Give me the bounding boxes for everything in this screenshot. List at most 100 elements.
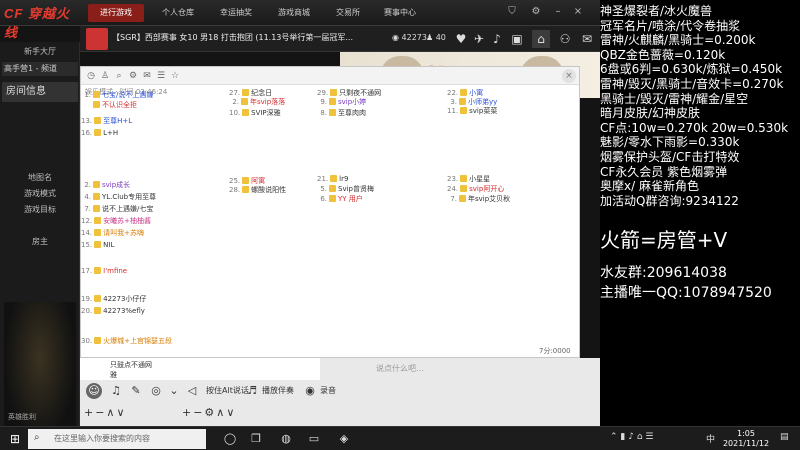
room-channel-item[interactable]: 5. Svip曾贤梅 bbox=[317, 185, 437, 194]
home-icon[interactable]: ⌂ bbox=[532, 30, 550, 48]
minimize-icon[interactable]: – bbox=[552, 6, 564, 18]
vip-badge-icon bbox=[242, 177, 250, 184]
mic-icon[interactable]: ✎ bbox=[128, 383, 144, 399]
room-channel-item[interactable]: 2. svip成长 bbox=[81, 181, 201, 190]
game-app-icon[interactable]: ◈ bbox=[336, 431, 352, 447]
taskview-icon[interactable]: ❐ bbox=[248, 431, 264, 447]
user-icon[interactable]: ♙ bbox=[99, 70, 111, 82]
ime-indicator[interactable]: 中 bbox=[706, 432, 715, 445]
record-icon[interactable]: ◉ bbox=[302, 383, 318, 399]
clock-icon[interactable]: ◷ bbox=[85, 70, 97, 82]
channel-name: svip成长 bbox=[102, 181, 131, 189]
room-channel-item[interactable]: 7. 年svip艾贝秋 bbox=[447, 195, 567, 204]
gear-icon[interactable]: ⚙ bbox=[530, 6, 542, 18]
room-channel-item[interactable]: 23. 小星星 bbox=[447, 175, 567, 184]
nav-play[interactable]: 进行游戏 bbox=[88, 4, 144, 22]
nav-inventory[interactable]: 个人仓库 bbox=[150, 4, 206, 22]
vip-badge-icon bbox=[460, 175, 468, 182]
taskbar-clock[interactable]: 1:05 2021/11/12 bbox=[722, 429, 770, 449]
music-icon[interactable]: ♪ bbox=[488, 30, 506, 48]
room-channel-item[interactable]: 21. lr9 bbox=[317, 175, 437, 184]
play-accompaniment-button[interactable]: 播放伴奏 bbox=[262, 383, 294, 399]
room-channel-item[interactable]: 4. YL.Club专用至尊 bbox=[81, 193, 201, 202]
room-channel-item[interactable]: 17. I'mfine bbox=[81, 267, 201, 276]
room-channel-item[interactable]: 24. svip阿开心 bbox=[447, 185, 567, 194]
shield-icon[interactable]: ⛉ bbox=[506, 6, 518, 18]
room-channel-item[interactable]: 29. 只剩夜不通网 bbox=[317, 89, 437, 98]
nav-lottery[interactable]: 幸运抽奖 bbox=[208, 4, 264, 22]
channel-name: NIL bbox=[103, 241, 115, 249]
room-channel-item[interactable]: 22. 小寓 bbox=[447, 89, 567, 98]
video-icon[interactable]: ▣ bbox=[508, 30, 526, 48]
room-controls[interactable]: +−⚙∧∨ bbox=[182, 404, 236, 422]
sound-icon[interactable]: ♫ bbox=[108, 383, 124, 399]
room-channel-item[interactable]: 14. 请叫我+苏嗨 bbox=[81, 229, 201, 238]
map-label: 地图名 bbox=[28, 173, 52, 182]
room-channel-item[interactable]: 1. 七宝/说不上遇嫌 bbox=[81, 91, 201, 100]
chat-bubble-icon[interactable]: ✉ bbox=[578, 30, 596, 48]
nav-exchange[interactable]: 交易所 bbox=[320, 4, 376, 22]
close-icon[interactable]: × bbox=[572, 6, 584, 18]
channel-name: 纪念日 bbox=[251, 89, 273, 97]
channel-name: 42273小仔仔 bbox=[103, 295, 147, 303]
notification-icon[interactable]: ▤ bbox=[780, 432, 789, 442]
room-channel-item[interactable]: 3. 小师弟yy bbox=[447, 98, 567, 107]
vip-badge-icon bbox=[93, 181, 100, 188]
room-channel-item[interactable]: 15. NIL bbox=[81, 241, 201, 250]
vip-badge-icon bbox=[242, 89, 250, 96]
star-icon[interactable]: ☆ bbox=[169, 70, 181, 82]
room-channel-item[interactable]: 16. L+H bbox=[81, 129, 201, 138]
channel-name: 小星星 bbox=[469, 175, 491, 183]
task-view-icon[interactable]: ◯ bbox=[222, 431, 238, 447]
windows-start-icon[interactable]: ⊞ bbox=[8, 432, 22, 446]
streamer-avatar[interactable] bbox=[86, 28, 108, 50]
chevron-down-icon[interactable]: ⌄ bbox=[166, 383, 182, 399]
nav-shop[interactable]: 游戏商城 bbox=[266, 4, 322, 22]
channel-name: 至尊肉肉 bbox=[338, 109, 366, 117]
gamepad-icon[interactable]: ⚇ bbox=[556, 30, 574, 48]
room-channel-item[interactable]: 11. svip菜菜 bbox=[447, 107, 567, 116]
room-channel-item[interactable]: 8. 至尊肉肉 bbox=[317, 109, 437, 118]
vip-badge-icon bbox=[330, 175, 338, 182]
list-icon[interactable]: ☰ bbox=[155, 70, 167, 82]
channel-name: 七宝/说不上遇嫌 bbox=[102, 91, 154, 99]
plane-icon[interactable]: ✈ bbox=[470, 30, 488, 48]
chat-message-list: 只鼓点不通网 雅 bbox=[80, 358, 320, 380]
channel-number: 15. bbox=[81, 241, 93, 249]
settings-icon[interactable]: ⚙ bbox=[127, 70, 139, 82]
room-channel-item[interactable]: 20. 42273%efly bbox=[81, 307, 201, 316]
room-channel-item[interactable]: 12. 安曦苏+柚柚酱 bbox=[81, 217, 201, 226]
search-icon[interactable]: ⌕ bbox=[113, 70, 125, 82]
vip-badge-icon bbox=[329, 195, 336, 202]
room-channel-item[interactable]: 30. 火爆城+上官锦瑟五段 bbox=[81, 337, 201, 346]
headphones-icon[interactable]: ◎ bbox=[148, 383, 164, 399]
room-channel-item[interactable]: 9. svip小婷 bbox=[317, 98, 437, 107]
left-footer: 英雄胜利 bbox=[8, 413, 36, 421]
room-channel-item[interactable]: 13. 至尊H+L bbox=[81, 117, 201, 126]
push-to-talk-button[interactable]: 按住Alt说话 bbox=[206, 383, 249, 399]
room-list-window: ◷ ♙ ⌕ ⚙ ✉ ☰ ☆ × 娱乐模式 · 时间 02:46:24 1. 七宝/… bbox=[80, 66, 580, 358]
user-avatar-icon[interactable]: ☺ bbox=[86, 383, 102, 399]
search-icon: ⌕ bbox=[34, 432, 40, 443]
room-channel-item[interactable]: 不认识全拒 bbox=[81, 101, 201, 110]
heart-icon[interactable]: ♥ bbox=[452, 30, 470, 48]
music-note-icon[interactable]: ♬ bbox=[244, 383, 260, 399]
close-button[interactable]: × bbox=[562, 69, 576, 83]
nav-events[interactable]: 赛事中心 bbox=[372, 4, 428, 22]
room-channel-item[interactable]: 6. YY 用户 bbox=[317, 195, 437, 204]
record-button[interactable]: 录音 bbox=[320, 383, 336, 399]
channel-tab[interactable]: 高手营1 - 频道 bbox=[2, 62, 78, 76]
explorer-icon[interactable]: ▭ bbox=[306, 431, 322, 447]
list-controls[interactable]: +−∧∨ bbox=[84, 404, 127, 422]
room-channel-item[interactable]: 19. 42273小仔仔 bbox=[81, 295, 201, 304]
mode-label: 游戏模式 bbox=[24, 189, 56, 198]
room-channel-item[interactable]: 7. 说不上遇嫌/七宝 bbox=[81, 205, 201, 214]
tray-icons[interactable]: ⌃ ▮ ♪ ⌂ ☰ bbox=[610, 432, 653, 442]
vip-badge-icon bbox=[329, 98, 336, 105]
taskbar-search[interactable]: 在这里输入你要搜索的内容 bbox=[28, 429, 206, 449]
volume-icon[interactable]: ◁ bbox=[184, 383, 200, 399]
browser-icon[interactable]: ◍ bbox=[278, 431, 294, 447]
chat-input[interactable]: 说点什么吧... bbox=[320, 360, 600, 378]
message-icon[interactable]: ✉ bbox=[141, 70, 153, 82]
channel-name: I'mfine bbox=[103, 267, 128, 275]
